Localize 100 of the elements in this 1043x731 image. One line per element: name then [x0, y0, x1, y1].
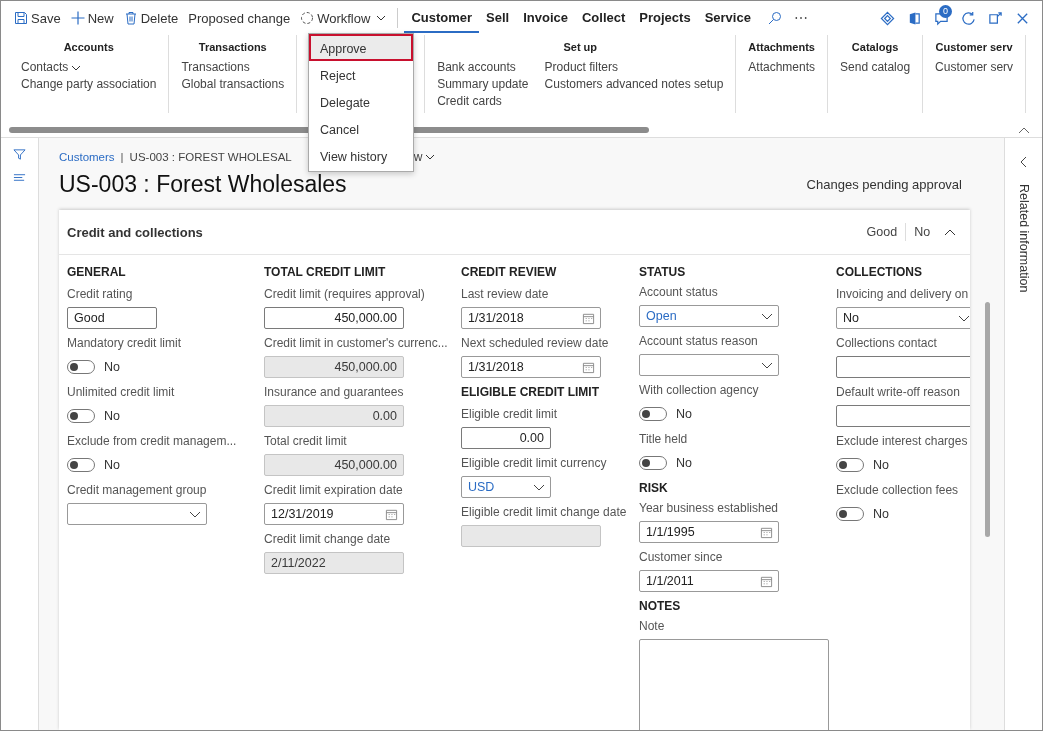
field-label: Invoicing and delivery on	[836, 287, 969, 302]
menu-item[interactable]: Cancel	[309, 115, 413, 142]
notification-badge: 0	[939, 4, 952, 18]
popout-icon[interactable]	[988, 10, 1003, 26]
dropdown-field[interactable]	[67, 503, 207, 525]
scrollbar-thumb[interactable]	[984, 302, 990, 537]
date-field[interactable]: 1/31/2018	[461, 307, 601, 329]
ribbon-button[interactable]: Product filters	[544, 59, 618, 76]
group-heading: Attachments	[748, 41, 815, 53]
ribbon-tab[interactable]: Collect	[575, 3, 633, 33]
chevron-up-icon[interactable]	[1018, 126, 1030, 134]
ribbon-button[interactable]: Attachments	[748, 59, 816, 76]
number-field[interactable]: 450,000.00	[264, 454, 404, 476]
ribbon-button[interactable]: Change party association	[21, 76, 157, 93]
date-field[interactable]: 1/1/1995	[639, 521, 779, 543]
ribbon-button[interactable]: Customer serv	[935, 59, 1014, 76]
toolbar-button[interactable]: Delete	[118, 6, 184, 30]
summary-value: Good	[866, 225, 898, 239]
field-label: Credit limit expiration date	[264, 483, 403, 498]
calendar-icon[interactable]	[582, 360, 595, 374]
group-heading: Transactions	[198, 41, 267, 53]
section-heading: GENERAL	[67, 265, 126, 281]
field-label: Next scheduled review date	[461, 336, 609, 351]
ribbon-button[interactable]: Bank accounts	[437, 59, 516, 76]
date-field[interactable]: 1/31/2018	[461, 356, 601, 378]
field-label: Credit rating	[67, 287, 133, 302]
search-icon[interactable]	[767, 11, 782, 25]
toggle-value: No	[873, 507, 889, 521]
dropdown-field[interactable]: Open	[639, 305, 779, 327]
chevron-left-icon[interactable]	[1020, 156, 1027, 168]
calendar-icon[interactable]	[582, 311, 595, 325]
ribbon-tab[interactable]: Sell	[479, 3, 517, 33]
ribbon-button[interactable]: Customers advanced notes setup	[544, 76, 724, 93]
dropdown-field[interactable]	[639, 354, 779, 376]
summary-value: No	[914, 225, 931, 239]
field-label: Customer since	[639, 550, 723, 565]
group-heading: Catalogs	[851, 41, 899, 53]
ribbon-tab[interactable]: Customer	[404, 3, 480, 33]
ribbon-button[interactable]: Credit cards	[437, 93, 502, 110]
chevron-down-icon	[189, 510, 201, 518]
ribbon-button[interactable]: Send catalog	[840, 59, 911, 76]
calendar-icon[interactable]	[385, 507, 398, 521]
menu-item[interactable]: Reject	[309, 61, 413, 88]
field-label: Mandatory credit limit	[67, 336, 182, 351]
date-field[interactable]: 12/31/2019	[264, 503, 404, 525]
breadcrumb-separator: |	[120, 151, 124, 163]
more-button[interactable]: ⋯	[793, 10, 808, 26]
ribbon-button[interactable]: Contacts	[21, 59, 82, 76]
section-heading: CREDIT REVIEW	[461, 265, 557, 281]
chevron-down-icon	[761, 312, 773, 320]
text-field[interactable]	[836, 356, 971, 378]
note-field[interactable]	[639, 639, 829, 730]
section-heading: ELIGIBLE CREDIT LIMIT	[461, 385, 599, 401]
chevron-up-icon[interactable]	[944, 228, 957, 236]
refresh-icon[interactable]	[961, 10, 976, 26]
menu-item[interactable]: Delegate	[309, 88, 413, 115]
ribbon-button[interactable]: Summary update	[437, 76, 529, 93]
toolbar-button[interactable]: Proposed change	[183, 6, 296, 30]
text-field[interactable]	[461, 525, 601, 547]
field-label: Eligible credit limit currency	[461, 456, 607, 471]
breadcrumb-link[interactable]: Customers	[59, 151, 115, 163]
toggle-value: No	[873, 458, 889, 472]
number-field[interactable]: 450,000.00	[264, 307, 404, 329]
calendar-icon[interactable]	[760, 525, 773, 539]
group-heading: Customer serv	[935, 41, 1013, 53]
ribbon-button[interactable]: Transactions	[181, 59, 250, 76]
field-label: Insurance and guarantees	[264, 385, 404, 400]
field-label: Collections contact	[836, 336, 937, 351]
toolbar-button[interactable]: Save	[9, 6, 66, 30]
ribbon-tab[interactable]: Service	[697, 3, 758, 33]
list-icon[interactable]	[13, 171, 26, 184]
number-field[interactable]: 0.00	[461, 427, 551, 449]
field-label: Title held	[639, 432, 688, 447]
diamond-icon[interactable]	[880, 10, 895, 26]
menu-item[interactable]: View history	[309, 142, 413, 169]
dropdown-field[interactable]: No	[836, 307, 971, 329]
field-label: Default write-off reason	[836, 385, 960, 400]
toggle-value: No	[104, 409, 120, 423]
plus-icon	[70, 11, 85, 25]
dropdown-field[interactable]: USD	[461, 476, 551, 498]
text-field[interactable]: 2/11/2022	[264, 552, 404, 574]
section-heading: NOTES	[639, 599, 681, 613]
filter-icon[interactable]	[13, 148, 26, 161]
ribbon-tab[interactable]: Invoice	[516, 3, 575, 33]
ribbon-button[interactable]: Global transactions	[181, 76, 285, 93]
menu-item[interactable]: Approve	[309, 34, 413, 61]
toolbar-button[interactable]: New	[65, 6, 119, 30]
text-field[interactable]	[836, 405, 971, 427]
number-field[interactable]: 0.00	[264, 405, 404, 427]
text-field[interactable]: Good	[67, 307, 157, 329]
number-field[interactable]: 450,000.00	[264, 356, 404, 378]
status-text: Changes pending approval	[806, 176, 962, 192]
field-label: Credit limit change date	[264, 532, 391, 547]
toolbar-button[interactable]: Workflow	[295, 6, 392, 30]
calendar-icon[interactable]	[760, 574, 773, 588]
panel-title[interactable]: Related information	[1016, 184, 1031, 293]
field-label: Eligible credit limit change date	[461, 505, 627, 520]
ribbon-tab[interactable]: Projects	[632, 3, 698, 33]
office-icon[interactable]	[907, 10, 922, 26]
date-field[interactable]: 1/1/2011	[639, 570, 779, 592]
